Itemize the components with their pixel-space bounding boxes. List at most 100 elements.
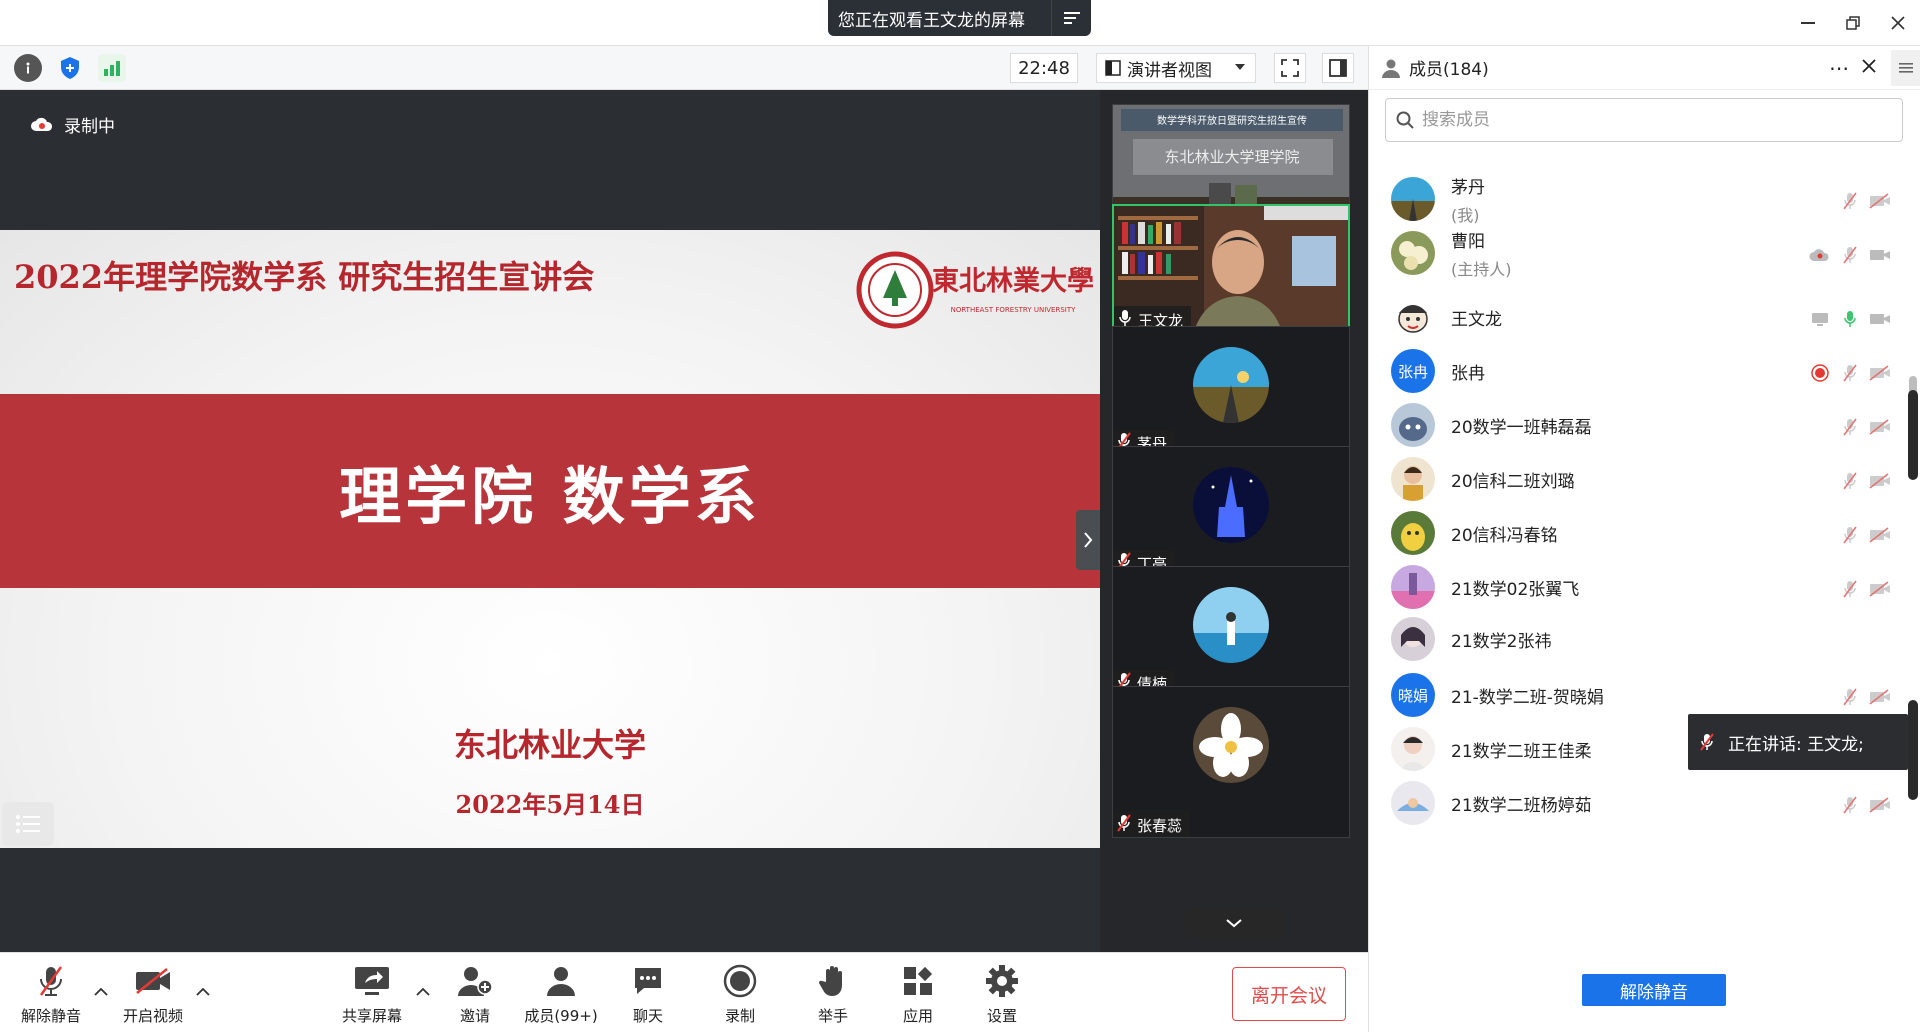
- video-off-icon: [1869, 578, 1891, 600]
- office-banner-text: 数学学科开放日暨研究生招生宣传: [1157, 114, 1307, 127]
- gear-icon: [982, 963, 1022, 999]
- screen-share-icon: [1809, 308, 1831, 330]
- unmute-button[interactable]: 解除静音: [6, 963, 96, 1026]
- hand-icon: [813, 963, 853, 999]
- avatar: [1391, 231, 1435, 275]
- shared-screen-area: 录制中 2022年理学院数学系 研究生招生宣讲会 東北林業大學 NORTHEAS…: [0, 90, 1100, 952]
- leave-meeting-button[interactable]: 离开会议: [1232, 967, 1346, 1021]
- record-icon: [720, 963, 760, 999]
- close-window-icon[interactable]: [1883, 8, 1913, 38]
- scroll-strip-down-button[interactable]: [1184, 908, 1284, 938]
- share-banner-text: 您正在观看王文龙的屏幕: [838, 10, 1025, 31]
- member-name: 张冉: [1451, 363, 1485, 384]
- speaking-indicator: 正在讲话: 王文龙;: [1688, 714, 1908, 770]
- video-tile-zhangchunrui[interactable]: 张春蕊: [1112, 686, 1350, 838]
- member-name: 21-数学二班-贺晓娟: [1451, 687, 1604, 708]
- member-name: 茅丹: [1451, 177, 1485, 198]
- video-off-icon: [1869, 416, 1891, 438]
- video-off-icon: [1869, 794, 1891, 816]
- invite-label: 邀请: [459, 1007, 490, 1025]
- close-panel-icon[interactable]: [1861, 58, 1877, 79]
- settings-label: 设置: [986, 1007, 1017, 1025]
- unmute-all-button[interactable]: 解除静音: [1582, 974, 1726, 1006]
- sidebar-toggle-button[interactable]: [1322, 53, 1354, 83]
- invite-button[interactable]: 邀请: [430, 963, 520, 1026]
- restore-icon[interactable]: [1838, 8, 1868, 38]
- members-panel: 成员(184) ⋯ 茅丹(我): [1368, 46, 1920, 1032]
- apps-label: 应用: [902, 1007, 933, 1025]
- chevron-up-icon[interactable]: [94, 981, 108, 1000]
- avatar: [1391, 727, 1435, 771]
- speaker-view-icon: [1105, 60, 1121, 76]
- cloud-record-icon: [31, 117, 53, 131]
- chat-button[interactable]: 聊天: [603, 963, 693, 1026]
- members-button[interactable]: 成员(99+): [516, 963, 606, 1026]
- meeting-app: 您正在观看王文龙的屏幕 22:48 演讲者视图 录制中 2022年理学院数学系 …: [0, 0, 1920, 1032]
- avatar: [1391, 295, 1435, 339]
- slide-university: 东北林业大学: [453, 726, 646, 764]
- apps-button[interactable]: 应用: [873, 963, 963, 1026]
- collapse-strip-button[interactable]: [1076, 510, 1100, 570]
- slide-title-band: 理学院 数学系: [0, 394, 1100, 588]
- slide-list-button[interactable]: [2, 802, 54, 846]
- video-off-icon: [1869, 190, 1891, 212]
- chevron-up-icon[interactable]: [196, 981, 210, 1000]
- share-screen-button[interactable]: 共享屏幕: [327, 963, 417, 1026]
- slide-title: 理学院 数学系: [339, 460, 761, 533]
- banner-menu-icon[interactable]: [1051, 0, 1091, 36]
- mic-muted-icon: [1839, 244, 1861, 266]
- avatar: [1193, 467, 1269, 543]
- recording-dot-icon: [1809, 362, 1831, 384]
- avatar: [1193, 707, 1269, 783]
- video-off-icon: [1869, 524, 1891, 546]
- screen-share-banner[interactable]: 您正在观看王文龙的屏幕: [828, 0, 1091, 36]
- member-name: 王文龙: [1451, 309, 1502, 330]
- member-row[interactable]: 曹阳 (主持人): [1369, 220, 1920, 286]
- view-mode-select[interactable]: 演讲者视图: [1096, 53, 1256, 83]
- member-search-box[interactable]: [1385, 98, 1903, 142]
- members-panel-title: 成员(184): [1409, 60, 1489, 80]
- logo-title-text: 東北林業大學: [932, 266, 1094, 297]
- record-button[interactable]: 录制: [695, 963, 785, 1026]
- chat-label: 聊天: [632, 1007, 663, 1025]
- video-tile-qiannan[interactable]: 倩楠: [1112, 566, 1350, 698]
- signal-strength-icon[interactable]: [98, 54, 126, 82]
- start-video-button[interactable]: 开启视频: [108, 963, 198, 1026]
- mic-muted-icon: [1839, 190, 1861, 212]
- avatar: [1391, 177, 1435, 221]
- member-row[interactable]: 21数学二班杨婷茹: [1369, 770, 1920, 836]
- view-mode-label: 演讲者视图: [1127, 60, 1212, 81]
- list-icon: [16, 815, 40, 833]
- members-panel-header: 成员(184) ⋯: [1369, 46, 1920, 90]
- avatar: 晓娟: [1391, 673, 1435, 717]
- video-tile-wangwenlong[interactable]: 王文龙: [1112, 204, 1350, 336]
- mic-active-icon: [1839, 308, 1861, 330]
- share-screen-label: 共享屏幕: [341, 1007, 402, 1025]
- fullscreen-button[interactable]: [1274, 53, 1306, 83]
- avatar: [1391, 403, 1435, 447]
- video-tile-maodan[interactable]: 茅丹: [1112, 326, 1350, 458]
- minimize-icon[interactable]: [1793, 8, 1823, 38]
- chevron-up-icon[interactable]: [416, 981, 430, 1000]
- panel-menu-icon[interactable]: [1891, 50, 1920, 86]
- member-search-input[interactable]: [1422, 110, 1862, 130]
- chevron-down-icon: [1226, 919, 1242, 928]
- avatar: [1391, 511, 1435, 555]
- video-tile-dingliang[interactable]: 丁亮: [1112, 446, 1350, 578]
- recording-indicator: 录制中: [30, 112, 115, 137]
- security-shield-icon[interactable]: [56, 54, 84, 82]
- more-options-icon[interactable]: ⋯: [1829, 56, 1850, 80]
- add-user-icon: [455, 963, 495, 999]
- info-icon[interactable]: [14, 54, 42, 82]
- raise-hand-button[interactable]: 举手: [788, 963, 878, 1026]
- member-name: 21数学二班王佳柔: [1451, 741, 1592, 762]
- member-name: 21数学二班杨婷茹: [1451, 795, 1592, 816]
- member-name: 曹阳: [1451, 231, 1485, 252]
- meeting-clock: 22:48: [1010, 53, 1078, 83]
- settings-button[interactable]: 设置: [957, 963, 1047, 1026]
- logo-subtitle-text: NORTHEAST FORESTRY UNIVERSITY: [951, 306, 1077, 314]
- video-strip: 数学学科开放日暨研究生招生宣传 东北林业大学理学院 曹阳: [1100, 90, 1368, 952]
- video-off-icon: [1869, 686, 1891, 708]
- mic-muted-icon: [1700, 733, 1714, 751]
- university-logo: 東北林業大學 NORTHEAST FORESTRY UNIVERSITY: [855, 250, 1095, 330]
